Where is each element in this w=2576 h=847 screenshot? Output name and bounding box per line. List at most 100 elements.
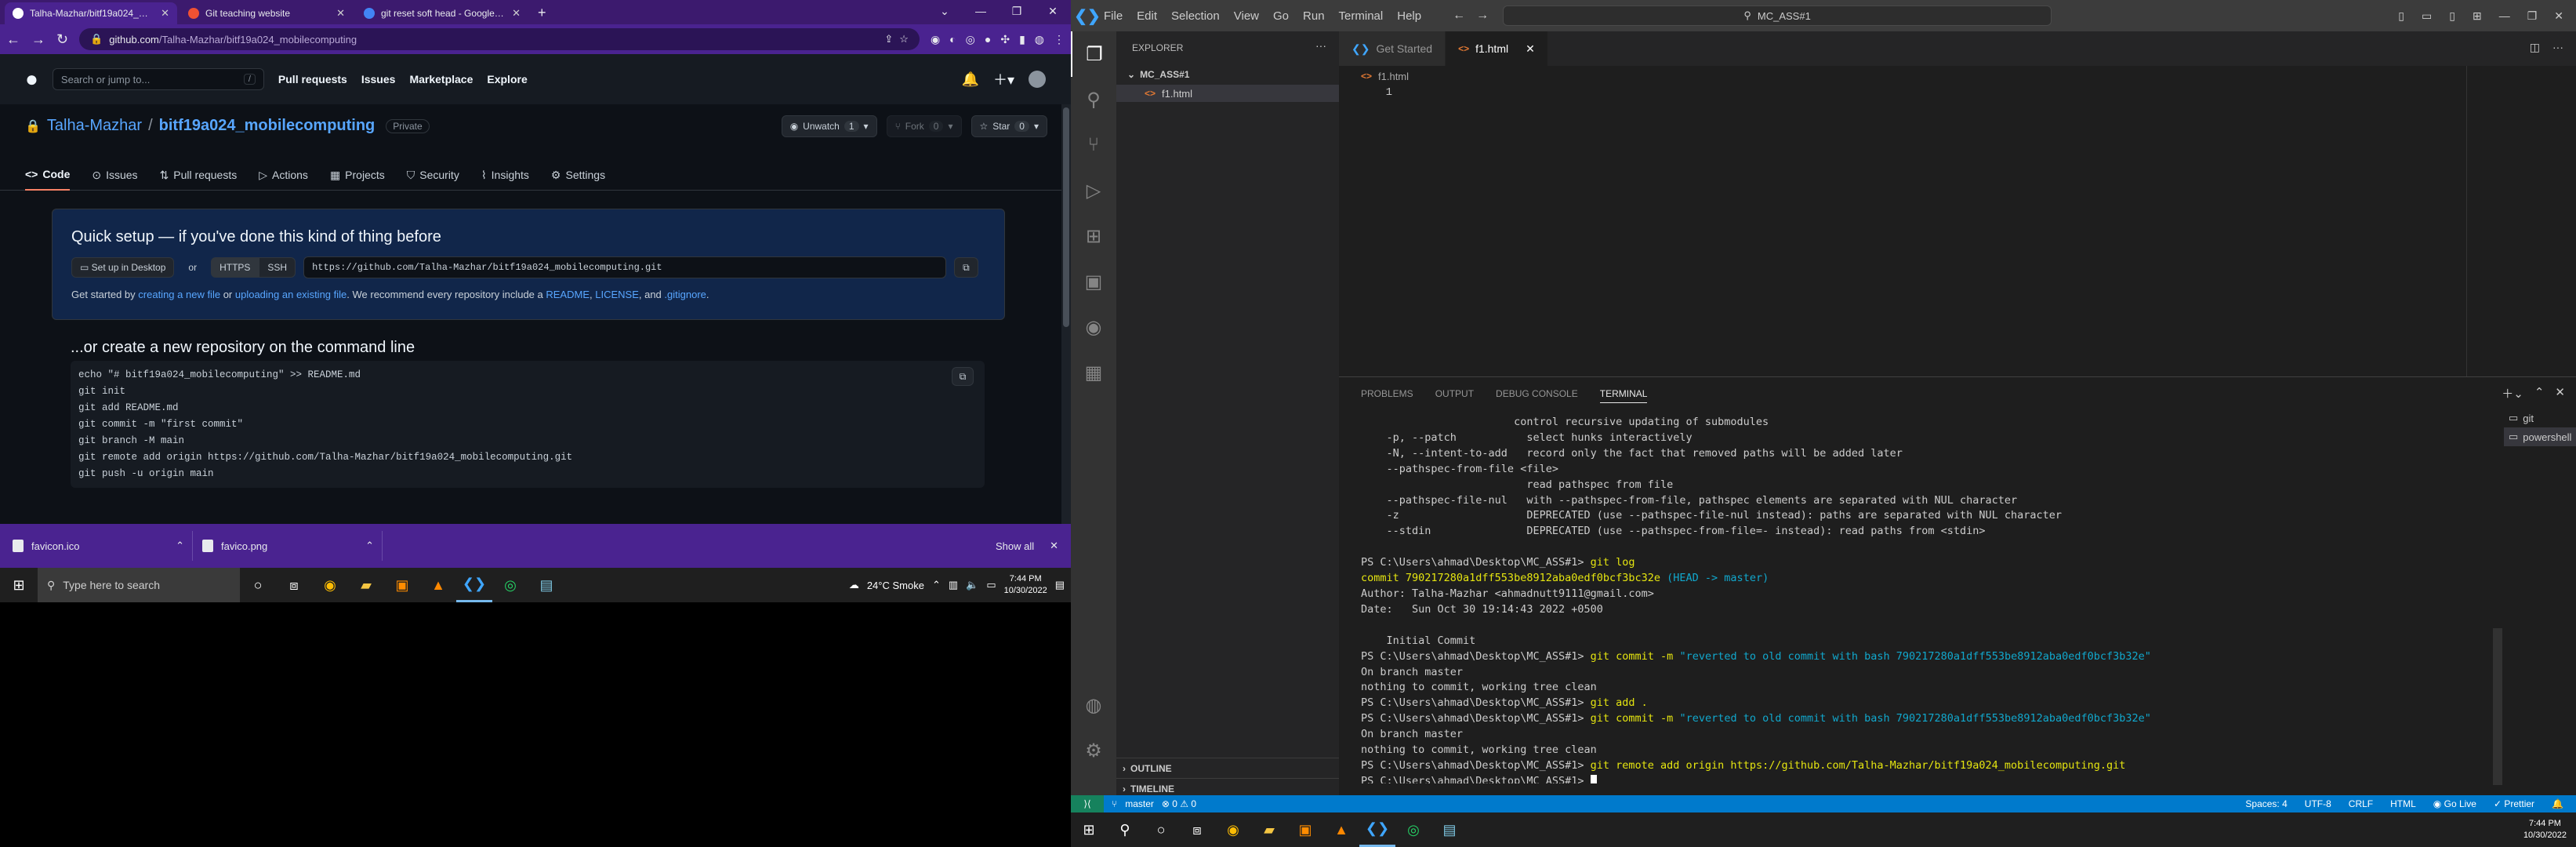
menu-help[interactable]: Help <box>1397 9 1421 23</box>
status-branch[interactable]: master <box>1125 798 1154 809</box>
whatsapp-icon[interactable]: ◎ <box>1395 812 1431 847</box>
https-toggle[interactable]: HTTPS <box>211 257 259 278</box>
status-encoding[interactable]: UTF-8 <box>2305 798 2331 809</box>
warning-icon[interactable]: ⊗ 0 ⚠ 0 <box>1162 798 1196 809</box>
nav-pull-requests[interactable]: Pull requests <box>278 73 347 85</box>
maximize-icon[interactable]: ❐ <box>999 0 1035 22</box>
tab-f1-html[interactable]: <> f1.html ✕ <box>1446 31 1548 66</box>
go-live-item[interactable]: ◉ Go Live <box>2433 798 2476 809</box>
menu-edit[interactable]: Edit <box>1137 9 1157 23</box>
maximize-panel-icon[interactable]: ⌃ <box>2534 385 2545 402</box>
source-control-icon[interactable]: ⑂ <box>1071 122 1116 168</box>
menu-go[interactable]: Go <box>1273 9 1289 23</box>
new-terminal-icon[interactable]: ＋⌄ <box>2502 385 2523 402</box>
extension-icon[interactable]: ◐ <box>949 33 956 46</box>
layout-panel-icon[interactable]: ▭ <box>2422 9 2432 23</box>
cortana-icon[interactable]: ○ <box>240 568 276 602</box>
search-icon[interactable]: ⚲ <box>1071 77 1116 122</box>
tab-terminal[interactable]: TERMINAL <box>1599 388 1648 403</box>
layout-sidebar-icon[interactable]: ▯ <box>2398 9 2404 23</box>
network-icon[interactable]: ▥ <box>949 579 958 591</box>
task-view-icon[interactable]: ⧈ <box>276 568 312 602</box>
breadcrumb-file[interactable]: f1.html <box>1378 71 1409 82</box>
task-view-icon[interactable]: ⧈ <box>1179 812 1215 847</box>
repo-owner-link[interactable]: Talha-Mazhar <box>47 117 142 135</box>
more-actions-icon[interactable]: ··· <box>2552 41 2563 54</box>
clone-url-input[interactable]: https://github.com/Talha-Mazhar/bitf19a0… <box>303 256 947 278</box>
folder-row[interactable]: ⌄ MC_ASS#1 <box>1116 66 1339 83</box>
status-spaces[interactable]: Spaces: 4 <box>2245 798 2287 809</box>
run-debug-icon[interactable]: ▷ <box>1071 168 1116 213</box>
layout-secondary-icon[interactable]: ▯ <box>2449 9 2455 23</box>
cortana-icon[interactable]: ○ <box>1143 812 1179 847</box>
terminal-output[interactable]: control recursive updating of submodules… <box>1361 415 2487 783</box>
profile-icon[interactable]: ◍ <box>1035 33 1044 46</box>
sidebar-icon[interactable]: ▮ <box>1019 33 1025 46</box>
share-icon[interactable]: ⇪ <box>884 33 893 45</box>
close-icon[interactable]: ✕ <box>2554 9 2563 23</box>
tab-actions[interactable]: ▷ Actions <box>259 159 308 191</box>
repo-name-link[interactable]: bitf19a024_mobilecomputing <box>159 117 376 135</box>
tab-get-started[interactable]: ❮❯ Get Started <box>1339 31 1446 66</box>
battery-icon[interactable]: ▭ <box>986 579 996 591</box>
minimize-icon[interactable]: — <box>2499 9 2510 23</box>
extension-icon[interactable]: ● <box>985 33 991 46</box>
docker-icon[interactable]: ▦ <box>1071 350 1116 395</box>
fork-button[interactable]: ⑂ Fork 0 ▾ <box>886 115 962 137</box>
chevron-down-icon[interactable]: ⌄ <box>927 0 963 22</box>
ssh-toggle[interactable]: SSH <box>259 257 296 278</box>
nav-issues[interactable]: Issues <box>361 73 396 85</box>
notification-icon[interactable]: ▤ <box>1055 579 1065 591</box>
close-icon[interactable]: ✕ <box>1035 0 1071 22</box>
app-icon[interactable]: ▣ <box>1287 812 1323 847</box>
app-icon[interactable]: ▤ <box>528 568 564 602</box>
prettier-item[interactable]: ✓ Prettier <box>2494 798 2534 809</box>
github-logo-icon[interactable]: ● <box>25 67 38 92</box>
download-item[interactable]: favicon.ico ⌃ <box>13 531 193 561</box>
star-bookmark-icon[interactable]: ☆ <box>899 33 909 45</box>
tab-close-icon[interactable]: ✕ <box>512 7 521 20</box>
command-lines[interactable]: echo "# bitf19a024_mobilecomputing" >> R… <box>78 367 572 482</box>
setup-desktop-button[interactable]: ▭ Set up in Desktop <box>71 257 175 278</box>
extension-icon[interactable]: ◉ <box>931 33 940 46</box>
reload-icon[interactable]: ↻ <box>56 31 68 48</box>
taskbar-search-box[interactable]: ⚲ Type here to search <box>38 568 240 602</box>
chevron-up-icon[interactable]: ⌃ <box>365 540 374 552</box>
tab-projects[interactable]: ▦ Projects <box>330 159 385 191</box>
vlc-icon[interactable]: ▲ <box>420 568 456 602</box>
menu-selection[interactable]: Selection <box>1171 9 1220 23</box>
close-icon[interactable]: ✕ <box>2555 385 2565 402</box>
volume-icon[interactable]: 🔈 <box>966 579 978 591</box>
minimize-icon[interactable]: — <box>963 0 999 22</box>
nav-marketplace[interactable]: Marketplace <box>409 73 473 85</box>
menu-run[interactable]: Run <box>1303 9 1325 23</box>
clock[interactable]: 7:44 PM 10/30/2022 <box>1004 573 1047 597</box>
remote-explorer-icon[interactable]: ▣ <box>1071 259 1116 304</box>
license-link[interactable]: LICENSE <box>595 289 639 300</box>
close-icon[interactable]: ✕ <box>1526 42 1535 56</box>
copy-icon[interactable]: ⧉ <box>954 257 978 278</box>
outline-section[interactable]: › OUTLINE <box>1116 758 1339 778</box>
command-center[interactable]: ⚲ MC_ASS#1 <box>1503 5 2052 26</box>
forward-arrow-icon[interactable]: → <box>1476 9 1489 23</box>
scroll-thumb[interactable] <box>1063 107 1069 327</box>
upload-file-link[interactable]: uploading an existing file <box>235 289 346 300</box>
status-eol[interactable]: CRLF <box>2349 798 2373 809</box>
windows-start-icon[interactable]: ⊞ <box>1071 812 1107 847</box>
github-search-input[interactable]: Search or jump to... / <box>52 68 264 90</box>
browser-tab-google[interactable]: git reset soft head - Google Sea ✕ <box>356 2 528 24</box>
tab-code[interactable]: <> Code <box>25 159 71 191</box>
settings-gear-icon[interactable]: ⚙ <box>1071 728 1116 773</box>
more-menu-icon[interactable]: ⋮ <box>1054 33 1065 46</box>
clock[interactable]: 7:44 PM 10/30/2022 <box>2523 818 2576 842</box>
terminal-item-powershell[interactable]: ▭ powershell <box>2504 427 2576 446</box>
search-icon[interactable]: ⚲ <box>1107 812 1143 847</box>
account-icon[interactable]: ◍ <box>1071 682 1116 728</box>
tab-pull-requests[interactable]: ⇅ Pull requests <box>160 159 238 191</box>
chevron-up-icon[interactable]: ⌃ <box>176 540 184 552</box>
extensions-icon[interactable]: ⊞ <box>1071 213 1116 259</box>
extension-icon[interactable]: ◎ <box>966 33 975 46</box>
download-item[interactable]: favico.png ⌃ <box>202 531 383 561</box>
menu-view[interactable]: View <box>1234 9 1259 23</box>
gitignore-link[interactable]: .gitignore <box>664 289 706 300</box>
